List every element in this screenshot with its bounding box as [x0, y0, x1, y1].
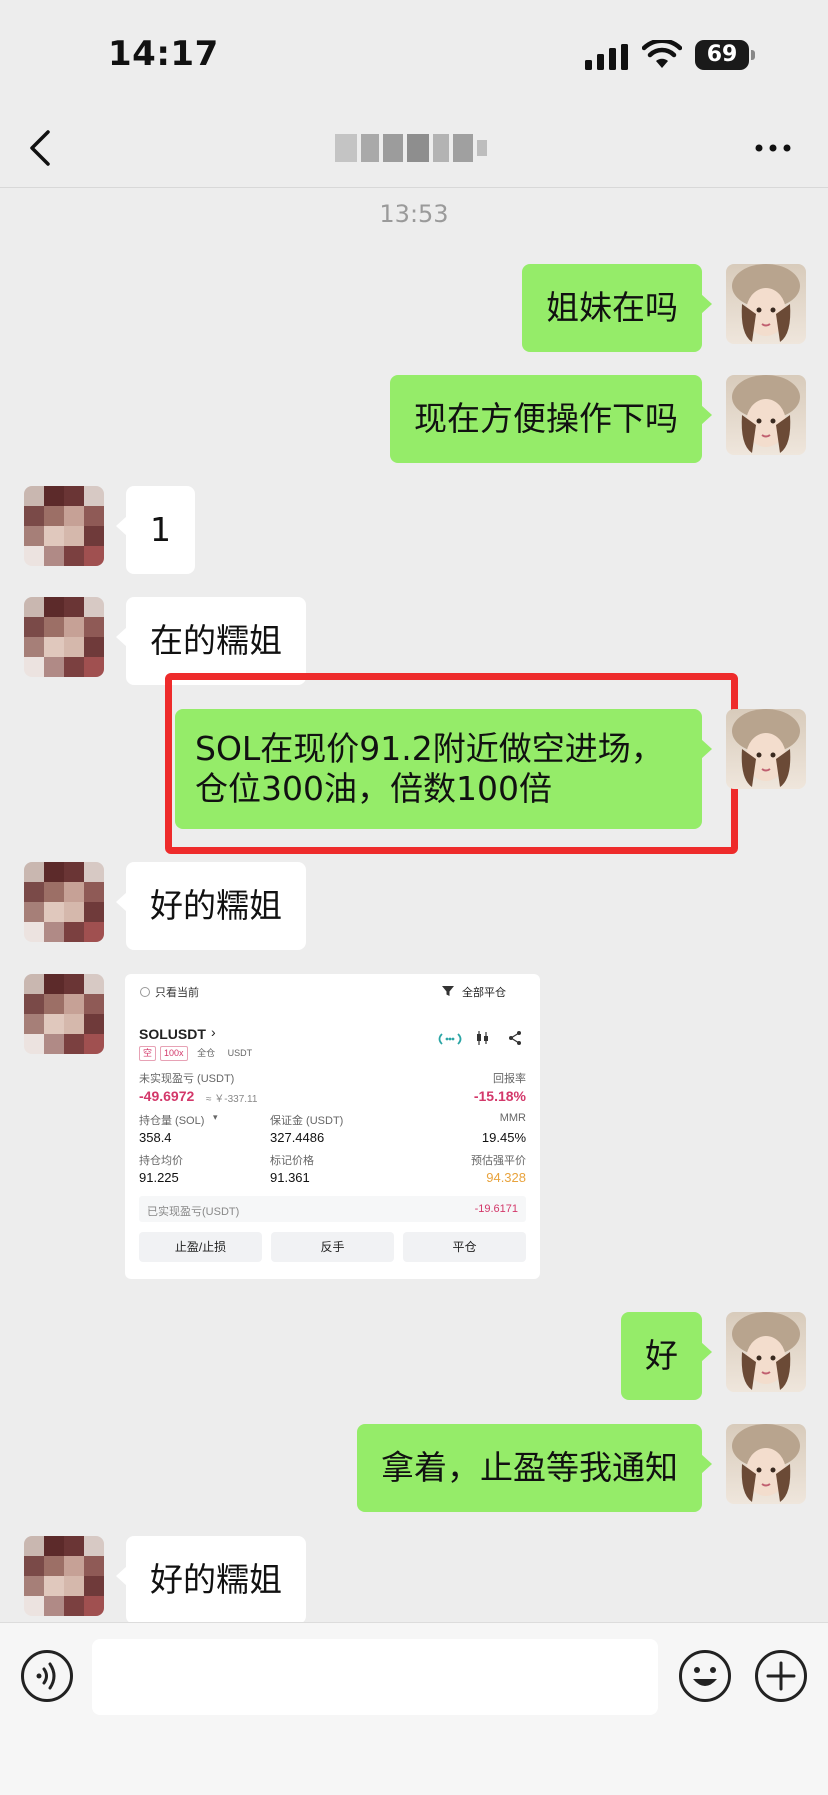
margin-label: 保证金 (USDT) — [270, 1115, 344, 1127]
signal-icon — [585, 44, 628, 70]
mmr-label: MMR — [499, 1112, 526, 1124]
currency-label: USDT — [227, 1048, 253, 1058]
my-avatar[interactable] — [726, 264, 806, 344]
contact-avatar[interactable] — [24, 486, 104, 566]
chat-title — [335, 130, 490, 166]
liq-price-label: 预估强平价 — [471, 1155, 526, 1167]
checkbox-icon — [140, 987, 150, 997]
voice-icon[interactable] — [20, 1649, 74, 1703]
share-icon — [509, 1031, 521, 1045]
trade-position-screenshot[interactable]: 只看当前 全部平仓 SOLUSDT › 空 100x 全仓 USDT 未实现盈亏 … — [125, 974, 540, 1279]
position-size-label: 持仓量 (SOL) — [139, 1115, 205, 1127]
message-bubble-mine[interactable]: 姐妹在吗 — [522, 264, 712, 352]
message-bubble-mine[interactable]: SOL在现价91.2附近做空进场，仓位300油，倍数100倍 — [175, 709, 712, 829]
message-bubble-mine[interactable]: 好 — [621, 1312, 712, 1400]
contact-avatar[interactable] — [24, 862, 104, 942]
contact-avatar[interactable] — [24, 597, 104, 677]
tp-sl-button[interactable]: 止盈/止损 — [139, 1232, 262, 1262]
mark-price-label: 标记价格 — [270, 1155, 314, 1167]
roi-label: 回报率 — [493, 1073, 526, 1085]
candlestick-icon — [477, 1031, 488, 1045]
unrealized-pnl-cny: ≈ ￥-337.11 — [206, 1094, 258, 1105]
my-avatar[interactable] — [726, 1312, 806, 1392]
chevron-right-icon: › — [211, 1024, 216, 1040]
live-signal-icon — [438, 1033, 462, 1045]
my-avatar[interactable] — [726, 1424, 806, 1504]
symbol-label: SOLUSDT — [139, 1026, 206, 1042]
realized-pnl-value: -19.6171 — [474, 1203, 518, 1215]
nav-bar — [0, 100, 828, 188]
roi-value: -15.18% — [473, 1088, 526, 1104]
message-bubble-contact[interactable]: 好的糯姐 — [116, 1536, 306, 1624]
close-position-button[interactable]: 平仓 — [403, 1232, 526, 1262]
reverse-button[interactable]: 反手 — [271, 1232, 394, 1262]
entry-price-value: 91.225 — [139, 1170, 179, 1185]
input-bar — [0, 1622, 828, 1795]
unrealized-pnl-label: 未实现盈亏 (USDT) — [139, 1073, 235, 1085]
close-all-label: 全部平仓 — [462, 987, 506, 999]
margin-mode-label: 全仓 — [197, 1048, 216, 1058]
message-bubble-contact[interactable]: 在的糯姐 — [116, 597, 306, 685]
chevron-left-icon[interactable] — [26, 128, 54, 168]
contact-avatar[interactable] — [24, 1536, 104, 1616]
ellipsis-icon[interactable] — [755, 144, 791, 152]
position-size-value: 358.4 — [139, 1130, 172, 1145]
my-avatar[interactable] — [726, 375, 806, 455]
side-tag: 空 — [139, 1046, 157, 1061]
message-input[interactable] — [92, 1639, 658, 1715]
filter-icon — [442, 986, 454, 996]
filter-current-label: 只看当前 — [155, 987, 199, 999]
plus-icon[interactable] — [754, 1649, 808, 1703]
liq-price-value: 94.328 — [486, 1170, 526, 1185]
status-time: 14:17 — [108, 34, 219, 74]
unrealized-pnl-value: -49.6972 — [139, 1088, 195, 1104]
blurred-title-mosaic — [335, 130, 490, 166]
message-bubble-mine[interactable]: 现在方便操作下吗 — [390, 375, 712, 463]
message-bubble-contact[interactable]: 1 — [116, 486, 195, 574]
mark-price-value: 91.361 — [270, 1170, 310, 1185]
wifi-icon — [642, 40, 682, 68]
leverage-tag: 100x — [160, 1046, 188, 1061]
emoji-icon[interactable] — [678, 1649, 732, 1703]
battery-level: 69 — [695, 40, 749, 70]
contact-avatar[interactable] — [24, 974, 104, 1054]
mmr-value: 19.45% — [481, 1130, 526, 1145]
realized-pnl-label: 已实现盈亏(USDT) — [147, 1206, 240, 1218]
message-bubble-contact[interactable]: 好的糯姐 — [116, 862, 306, 950]
message-timestamp: 13:53 — [379, 200, 449, 228]
my-avatar[interactable] — [726, 709, 806, 789]
margin-value: 327.4486 — [270, 1130, 325, 1145]
message-bubble-mine[interactable]: 拿着，止盈等我通知 — [357, 1424, 712, 1512]
dropdown-arrow-icon: ▾ — [213, 1112, 218, 1122]
entry-price-label: 持仓均价 — [139, 1155, 183, 1167]
battery-icon: 69 — [695, 40, 755, 70]
status-bar: 14:17 69 — [0, 0, 828, 100]
